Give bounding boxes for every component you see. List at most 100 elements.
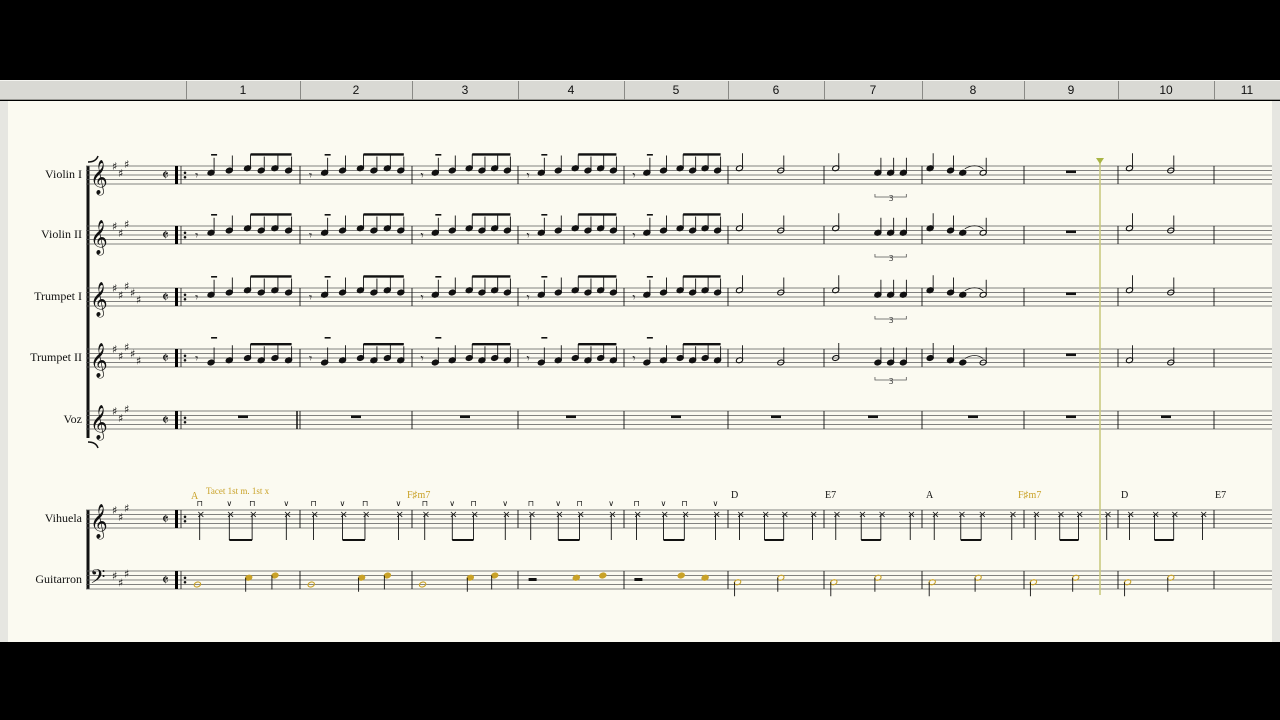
instrument-name-vihuela[interactable]: Vihuela: [18, 511, 82, 526]
ruler-measure-number[interactable]: 1: [240, 83, 247, 97]
ruler-measure-number[interactable]: 10: [1159, 83, 1172, 97]
articulation-mark: [541, 276, 548, 278]
note-beam: [363, 343, 404, 346]
note-beam: [1059, 539, 1079, 541]
articulation-mark: [646, 154, 653, 156]
ruler-measure-number[interactable]: 9: [1068, 83, 1075, 97]
treble-clef-icon: 𝄞: [90, 282, 108, 318]
repeat-barline-thick: [175, 411, 178, 429]
ruler-tick: [412, 81, 413, 100]
strum-direction-mark: ⊓: [528, 499, 534, 508]
note-beam: [1154, 539, 1174, 541]
articulation-mark: [435, 214, 442, 216]
note-head: [599, 572, 607, 579]
score-sheet[interactable]: 𝄞 ♯ ♯ ♯ 𝄵 𝄞 ♯ ♯ ♯ 𝄵 𝄞 ♯ ♯ ♯ ♯ ♯ 𝄵 𝄞 ♯ ♯ ♯ ♯ ♯ 𝄵 𝄞 ♯ ♯ ♯ 𝄵 𝄞 ♯ ♯ ♯ 𝄵 𝄢 ♯ ♯ ♯ 𝄵 𝄾…: [8, 101, 1272, 642]
ruler-measure-number[interactable]: 4: [568, 83, 575, 97]
playback-cursor-handle-icon[interactable]: [1096, 158, 1104, 164]
slash-notehead-x: ×: [528, 510, 536, 521]
chord-symbol: D: [1121, 490, 1128, 501]
strum-direction-mark: ⊓: [362, 499, 368, 508]
slash-notehead-x: ×: [958, 510, 966, 521]
instrument-name-voz[interactable]: Voz: [18, 412, 82, 427]
slash-notehead-x: ×: [661, 510, 669, 521]
ruler-measure-number[interactable]: 8: [970, 83, 977, 97]
eighth-rest: 𝄾: [195, 352, 198, 366]
eighth-rest: 𝄾: [526, 169, 529, 183]
note-beam: [764, 539, 784, 541]
eighth-rest: 𝄾: [526, 291, 529, 305]
note-beam: [578, 275, 617, 278]
note-head: [677, 572, 685, 579]
ruler-measure-number[interactable]: 5: [673, 83, 680, 97]
instrument-name-violin2[interactable]: Violin II: [18, 227, 82, 242]
instrument-name-violin1[interactable]: Violin I: [18, 167, 82, 182]
note-beam: [683, 153, 721, 156]
sheet-left-margin: [0, 101, 8, 642]
bracket-bottom-hook: [87, 441, 99, 449]
key-signature-sharp: ♯: [118, 167, 123, 180]
strum-direction-mark: ⊓: [633, 499, 639, 508]
articulation-mark: [324, 214, 331, 216]
key-signature-sharp: ♯: [112, 504, 117, 517]
ruler-tick: [922, 81, 923, 100]
eighth-rest: 𝄾: [632, 291, 635, 305]
articulation-mark: [324, 337, 331, 339]
instrument-name-trumpet2[interactable]: Trumpet II: [18, 350, 82, 365]
articulation-mark: [541, 214, 548, 216]
whole-rest: [771, 415, 781, 419]
slash-notehead-x: ×: [781, 510, 789, 521]
ruler-tick: [1118, 81, 1119, 100]
note-beam: [250, 153, 292, 156]
slash-notehead-x: ×: [681, 510, 689, 521]
chord-symbol: F♯m7: [1018, 490, 1041, 501]
eighth-rest: 𝄾: [309, 229, 312, 243]
slash-notehead-x: ×: [713, 510, 721, 521]
time-signature: 𝄵: [162, 166, 169, 184]
strum-direction-mark: ∨: [608, 499, 614, 508]
ruler-tick: [186, 81, 187, 100]
articulation-mark: [211, 214, 218, 216]
ruler-measure-number[interactable]: 3: [462, 83, 469, 97]
time-signature: 𝄵: [162, 571, 169, 589]
note-beam: [229, 539, 253, 541]
key-signature-sharp: ♯: [124, 218, 129, 231]
ruler-measure-number[interactable]: 6: [773, 83, 780, 97]
chord-symbol: F♯m7: [407, 490, 430, 501]
ruler-tick: [728, 81, 729, 100]
whole-rest: [1066, 170, 1076, 174]
strum-direction-mark: ∨: [226, 499, 232, 508]
slash-notehead-x: ×: [226, 510, 234, 521]
time-signature: 𝄵: [162, 411, 169, 429]
note-beam: [472, 275, 511, 278]
slash-notehead-x: ×: [197, 510, 205, 521]
note-beam: [342, 539, 365, 541]
ruler-measure-number[interactable]: 2: [353, 83, 360, 97]
repeat-barline-thick: [175, 226, 178, 244]
chord-symbol: D: [731, 490, 738, 501]
score-canvas[interactable]: 𝄞 ♯♯♯𝄵𝄞 ♯♯♯𝄵𝄞 ♯♯♯♯♯ 𝄵𝄞 ♯♯♯♯♯ 𝄵𝄞 ♯♯♯𝄵𝄞 ♯♯♯𝄵𝄢 ♯♯♯ 𝄵𝄾…: [8, 101, 1272, 642]
ruler-measure-number[interactable]: 7: [870, 83, 877, 97]
note-beam: [558, 539, 580, 541]
repeat-barline-thick: [175, 166, 178, 184]
eighth-rest: 𝄾: [526, 229, 529, 243]
note-beam: [363, 275, 404, 278]
strum-direction-mark: ∨: [555, 499, 561, 508]
repeat-dot: [183, 358, 187, 362]
articulation-mark: [646, 337, 653, 339]
ruler-measure-number[interactable]: 11: [1241, 83, 1253, 97]
eighth-rest: 𝄾: [420, 291, 423, 305]
note-beam: [683, 213, 721, 216]
note-head: [959, 359, 967, 366]
whole-rest: [566, 415, 576, 419]
instrument-name-trumpet1[interactable]: Trumpet I: [18, 289, 82, 304]
whole-rest: [351, 415, 361, 419]
measure-ruler[interactable]: 1 2 3 4 5 6 7 8 9 10 11: [0, 80, 1280, 100]
instrument-name-guitarron[interactable]: Guitarron: [18, 572, 82, 587]
key-signature-sharp: ♯: [118, 511, 123, 524]
eighth-rest: 𝄾: [420, 229, 423, 243]
slash-notehead-x: ×: [1076, 510, 1084, 521]
whole-rest: [1066, 230, 1076, 234]
note-beam: [363, 153, 404, 156]
slash-notehead-x: ×: [422, 510, 430, 521]
rehearsal-mark-a: A: [191, 491, 199, 502]
